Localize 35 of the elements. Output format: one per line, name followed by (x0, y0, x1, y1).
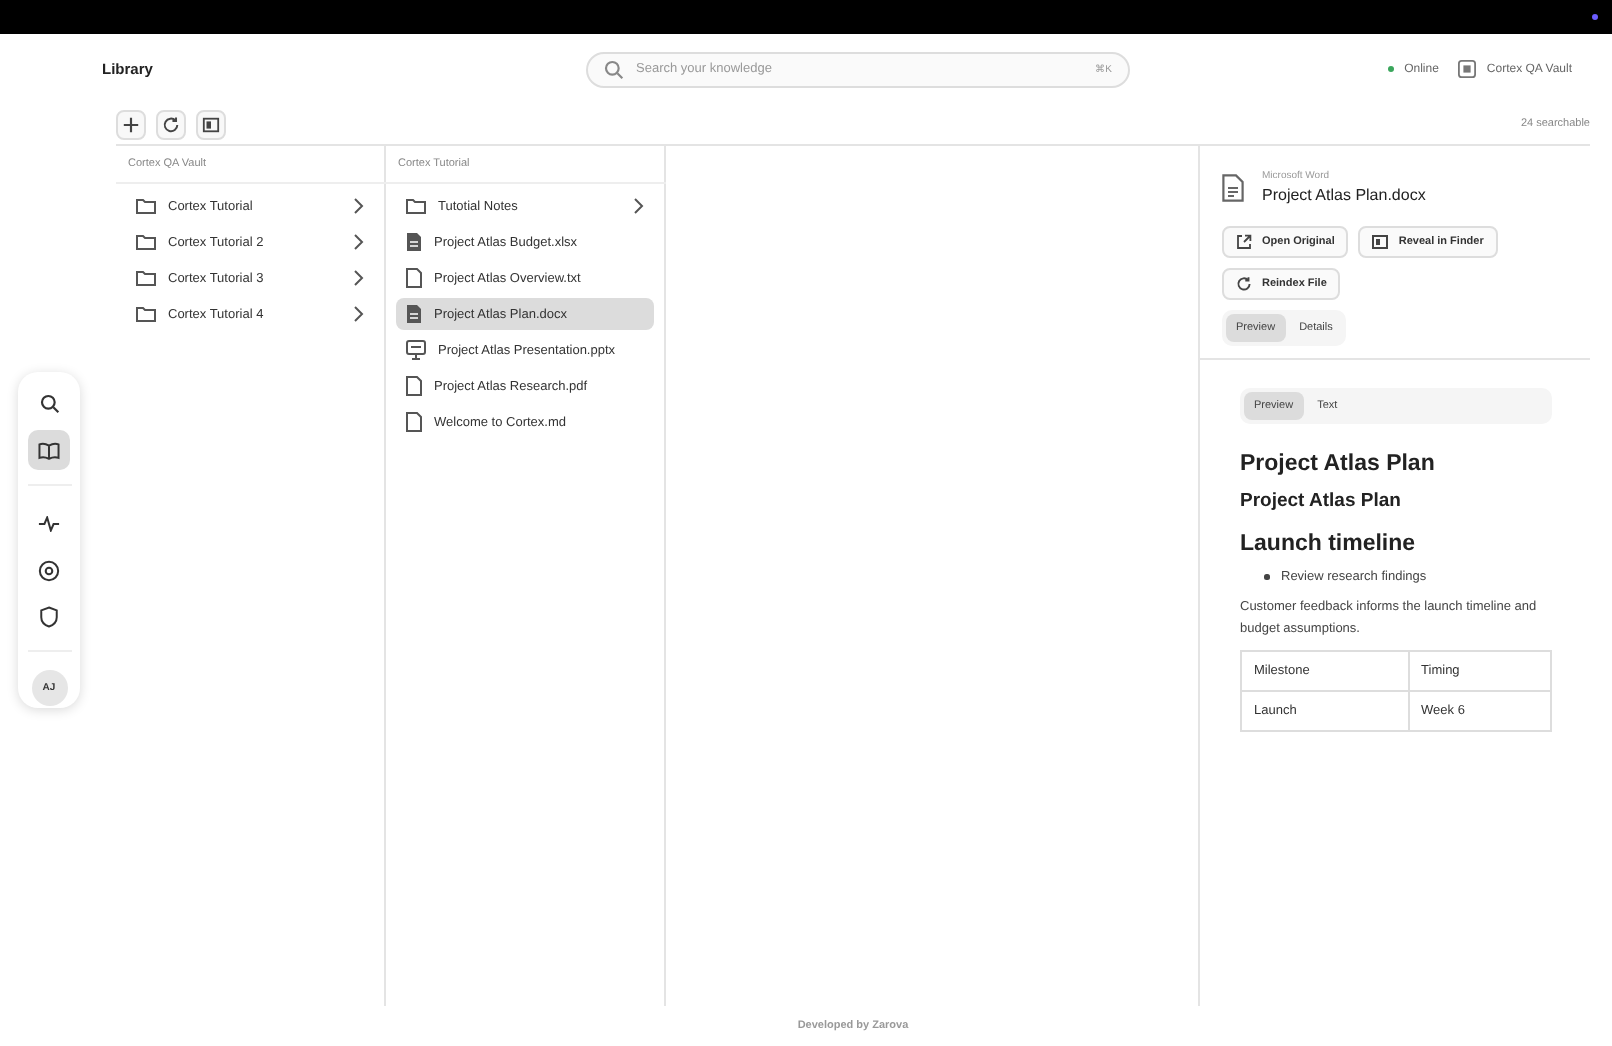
pulse-icon (38, 516, 60, 532)
panel-button[interactable] (196, 109, 226, 139)
document-icon (406, 304, 422, 324)
chevron-right-icon (354, 270, 364, 286)
refresh-button[interactable] (156, 109, 186, 139)
refresh-icon (1236, 276, 1252, 292)
file-icon (406, 268, 422, 288)
chevron-right-icon (633, 198, 644, 214)
external-link-icon (1236, 234, 1252, 250)
chevron-right-icon (354, 198, 364, 214)
vault-icon (1458, 60, 1477, 78)
document-heading: Project Atlas Plan (1240, 452, 1437, 476)
bullet-icon (1264, 574, 1269, 580)
document-subheading: Project Atlas Plan (1240, 490, 1403, 512)
library-button[interactable] (28, 430, 70, 470)
indicator-dot (1592, 14, 1598, 20)
chevron-right-icon (354, 306, 364, 322)
presentation-icon (406, 340, 426, 360)
document-icon (406, 232, 422, 252)
file-name: Project Atlas Plan.docx (1262, 186, 1426, 204)
search-icon (39, 394, 59, 414)
panel-icon (202, 115, 220, 133)
book-icon (38, 441, 60, 459)
document-icon (1222, 173, 1244, 201)
document-heading: Launch timeline (1240, 532, 1418, 556)
add-button[interactable] (116, 109, 146, 139)
plus-icon (122, 115, 140, 133)
status-dot (1388, 66, 1395, 72)
panel-icon (1372, 234, 1389, 250)
refresh-icon (162, 115, 180, 133)
search-icon (604, 59, 624, 79)
chevron-right-icon (354, 234, 364, 250)
settings-icon (38, 559, 60, 581)
shield-icon (40, 605, 58, 627)
folder-icon (406, 198, 426, 214)
